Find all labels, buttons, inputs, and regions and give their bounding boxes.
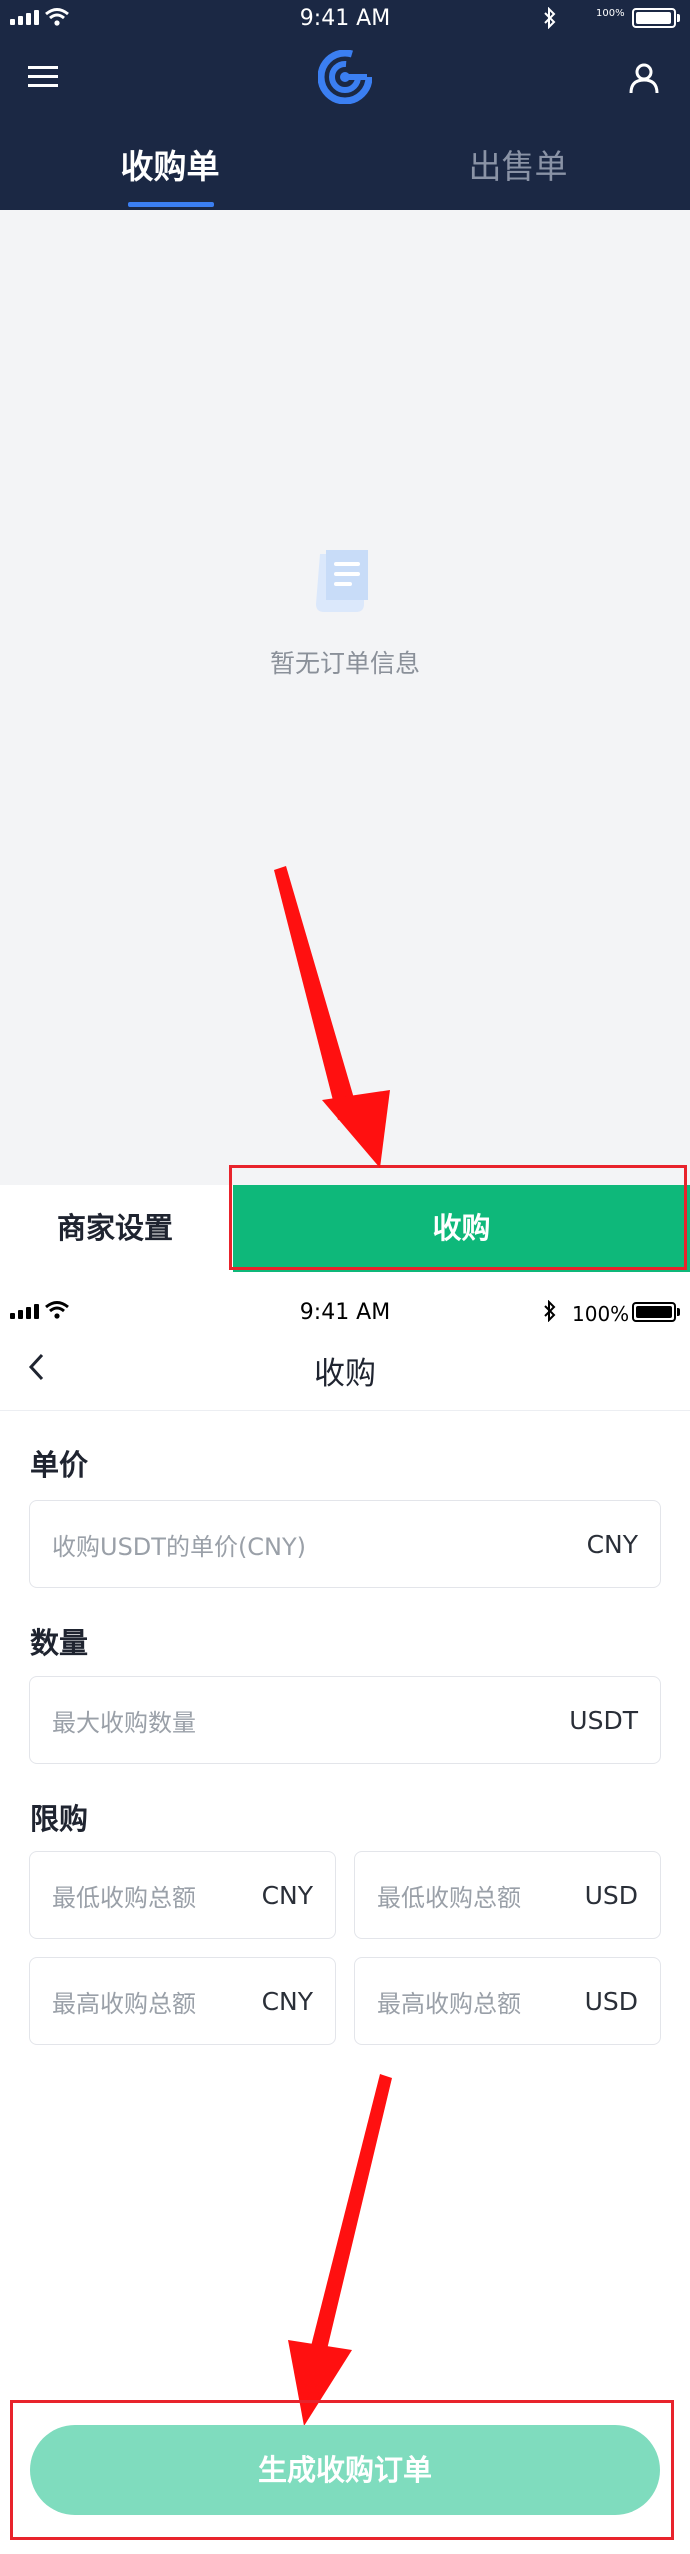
min-cny-field[interactable]: 最低收购总额 CNY bbox=[29, 1851, 336, 1939]
max-usd-unit: USD bbox=[584, 1986, 638, 2016]
quantity-field[interactable]: 最大收购数量 USDT bbox=[29, 1676, 661, 1764]
price-unit: CNY bbox=[586, 1529, 638, 1559]
max-cny-placeholder: 最高收购总额 bbox=[52, 1989, 196, 2018]
tab-sell-orders-label: 出售单 bbox=[468, 147, 568, 186]
battery-percent: 100% bbox=[572, 1302, 630, 1326]
min-usd-placeholder: 最低收购总额 bbox=[377, 1883, 521, 1912]
menu-icon bbox=[28, 66, 58, 87]
tab-sell-orders[interactable]: 出售单 bbox=[443, 140, 593, 210]
app-header: 9:41 AM 100% 收购单 出售单 bbox=[0, 0, 690, 210]
user-icon bbox=[629, 63, 659, 94]
price-label: 单价 bbox=[30, 1448, 89, 1482]
price-field[interactable]: 收购USDT的单价(CNY) CNY bbox=[29, 1500, 661, 1588]
battery-icon bbox=[632, 8, 676, 28]
status-bar: 9:41 AM 100% bbox=[0, 1294, 690, 1330]
max-usd-placeholder: 最高收购总额 bbox=[377, 1989, 521, 2018]
max-cny-unit: CNY bbox=[261, 1986, 313, 2016]
battery-icon bbox=[632, 1302, 676, 1322]
min-usd-unit: USD bbox=[584, 1880, 638, 1910]
max-usd-field[interactable]: 最高收购总额 USD bbox=[354, 1957, 661, 2045]
bluetooth-icon bbox=[544, 1300, 556, 1322]
status-time: 9:41 AM bbox=[299, 6, 391, 31]
screen-divider bbox=[0, 1272, 690, 1294]
profile-button[interactable] bbox=[628, 62, 660, 94]
document-icon bbox=[316, 550, 368, 612]
submit-button[interactable]: 生成收购订单 bbox=[30, 2425, 660, 2515]
tab-buy-orders-label: 收购单 bbox=[120, 147, 220, 186]
min-cny-placeholder: 最低收购总额 bbox=[52, 1883, 196, 1912]
screen-order-list: 9:41 AM 100% 收购单 出售单 暂无订单信息 商家设置 收购 bbox=[0, 0, 690, 1272]
status-bar: 9:41 AM 100% bbox=[0, 0, 690, 38]
page-title: 收购 bbox=[314, 1356, 376, 1392]
min-usd-field[interactable]: 最低收购总额 USD bbox=[354, 1851, 661, 1939]
price-placeholder: 收购USDT的单价(CNY) bbox=[52, 1532, 307, 1561]
tab-active-indicator bbox=[128, 202, 214, 207]
battery-percent: 100% bbox=[596, 8, 625, 19]
highlight-box bbox=[229, 1165, 687, 1270]
quantity-placeholder: 最大收购数量 bbox=[52, 1708, 196, 1737]
pointer-arrow bbox=[288, 2074, 392, 2426]
bluetooth-icon bbox=[544, 7, 556, 29]
quantity-unit: USDT bbox=[569, 1705, 638, 1735]
quantity-label: 数量 bbox=[30, 1626, 89, 1660]
min-cny-unit: CNY bbox=[261, 1880, 313, 1910]
nav-divider bbox=[0, 1410, 690, 1411]
tab-buy-orders[interactable]: 收购单 bbox=[95, 140, 245, 210]
screen-buy-form: 9:41 AM 100% 收购 单价 收购USDT的单价(CNY) CNY 数量… bbox=[0, 1294, 690, 2554]
merchant-settings-button[interactable]: 商家设置 bbox=[0, 1185, 230, 1272]
limit-label: 限购 bbox=[30, 1802, 89, 1836]
empty-state-text: 暂无订单信息 bbox=[269, 649, 420, 678]
logo-icon bbox=[318, 50, 372, 104]
menu-button[interactable] bbox=[28, 64, 60, 90]
pointer-arrow bbox=[274, 866, 390, 1168]
max-cny-field[interactable]: 最高收购总额 CNY bbox=[29, 1957, 336, 2045]
